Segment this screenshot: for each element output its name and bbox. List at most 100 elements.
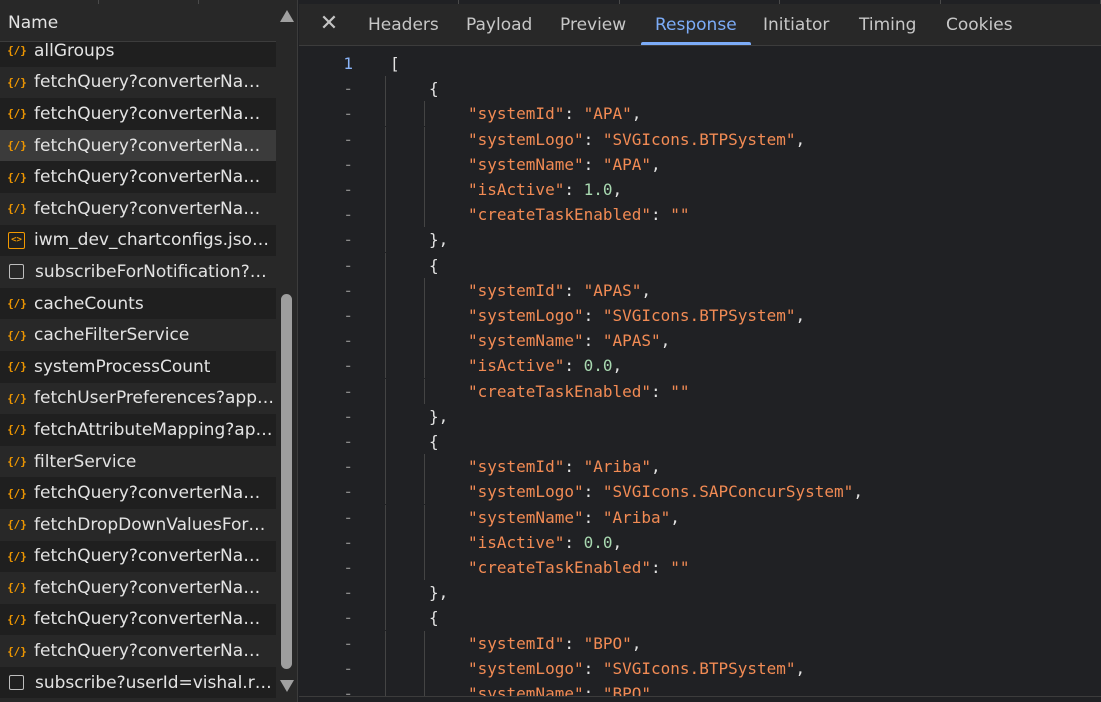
request-name: fetchQuery?converterName... [34,577,276,598]
json-value: 1.0 [583,180,613,199]
tab-timing[interactable]: Timing [859,4,916,45]
code-text: "createTaskEnabled": "" [468,202,690,227]
fold-marker[interactable]: - [299,479,353,504]
request-row[interactable]: <> iwm_dev_chartconfigs.json?... [0,224,276,257]
indent-guide [385,126,386,152]
indent-guide [424,202,425,228]
json-icon: {/} [7,328,27,342]
request-row[interactable]: {/} fetchQuery?converterName... [0,477,276,509]
json-punctuation: , [631,633,642,653]
code-text: "isActive": 0.0, [468,530,622,555]
fold-marker[interactable]: - [299,202,353,227]
json-punctuation: }, [429,583,449,603]
json-key: "createTaskEnabled" [468,558,652,577]
request-row[interactable]: {/} fetchQuery?converterName... [0,98,276,130]
code-text: { [429,429,439,454]
fold-marker[interactable]: - [299,177,353,202]
fold-marker[interactable]: - [299,379,353,404]
json-value: "Ariba" [602,507,671,527]
fold-marker[interactable]: - [299,505,353,530]
json-punctuation: [ [390,54,400,73]
scroll-up-arrow-icon[interactable] [280,10,294,22]
request-row[interactable]: {/} fetchQuery?converterName... [0,572,276,604]
json-punctuation: : [583,658,603,678]
code-line: - "systemName": "BPO", [299,681,1101,696]
fold-marker[interactable]: - [299,429,353,454]
code-line: - "systemLogo": "SVGIcons.BTPSystem", [299,655,1101,681]
json-icon: {/} [7,549,27,563]
json-punctuation: { [429,255,439,275]
json-punctuation: : [651,381,671,401]
code-line: - "systemName": "APA", [299,151,1101,177]
fold-marker[interactable]: - [299,555,353,580]
json-punctuation: , [651,684,661,696]
fold-marker[interactable]: - [299,303,353,328]
tab-headers[interactable]: Headers [368,4,439,45]
code-line: -{ [299,252,1101,278]
detail-tab-bar: ✕ Headers Payload Preview Response Initiator… [299,4,1101,46]
request-row[interactable]: {/} cacheFilterService [0,319,276,351]
request-row[interactable]: {/} fetchQuery?converterName... [0,129,276,162]
request-row[interactable]: {/} fetchQuery?converterName... [0,540,276,573]
request-row[interactable]: {/} fetchAttributeMapping?app... [0,414,276,446]
scrollbar-thumb[interactable] [281,294,292,669]
json-punctuation: }, [429,406,449,426]
fold-marker[interactable]: - [299,353,353,378]
checkbox-icon [9,675,24,691]
json-key: "systemName" [468,684,584,696]
horizontal-scrollbar[interactable] [299,696,1101,702]
code-text: "systemId": "APAS", [468,278,651,303]
request-row[interactable]: {/} systemProcessCount [0,350,276,383]
json-key: "isActive" [468,180,565,199]
json-icon: {/} [7,170,27,184]
fold-marker[interactable]: - [299,454,353,479]
code-line: - "systemId": "APA", [299,101,1101,127]
request-row[interactable]: {/} fetchQuery?converterName... [0,603,276,636]
request-row[interactable]: {/} fetchQuery?converterName... [0,193,276,225]
fold-marker[interactable]: - [299,76,353,101]
fold-marker[interactable]: - [299,101,353,126]
json-key: "createTaskEnabled" [468,205,652,225]
tab-preview[interactable]: Preview [560,4,626,45]
fold-marker[interactable]: - [299,656,353,681]
request-row[interactable]: {/} cacheCounts [0,287,276,320]
json-value: "BPO" [602,684,652,696]
json-punctuation: , [670,507,680,527]
request-row[interactable]: {/} fetchDropDownValuesForAt... [0,509,276,541]
fold-marker[interactable]: - [299,605,353,630]
request-row[interactable]: subscribeForNotification?us... [0,256,276,288]
json-punctuation: : [651,558,671,577]
request-row[interactable]: subscribe?userId=vishal.r@i... [0,666,276,699]
close-icon[interactable]: ✕ [317,12,341,36]
fold-marker[interactable]: - [299,227,353,252]
fold-marker[interactable]: - [299,631,353,656]
code-line: - "systemName": "Ariba", [299,504,1101,530]
json-punctuation: : [564,280,584,300]
fold-marker[interactable]: - [299,328,353,353]
tab-cookies[interactable]: Cookies [946,4,1013,45]
fold-marker[interactable]: - [299,152,353,177]
vertical-scrollbar[interactable] [277,6,297,696]
fold-marker[interactable]: - [299,404,353,429]
code-text: "isActive": 0.0, [468,353,622,378]
request-row[interactable]: {/} filterService [0,446,276,478]
indent-guide [385,328,386,354]
request-row[interactable]: {/} fetchUserPreferences?appli... [0,383,276,415]
fold-marker[interactable]: - [299,253,353,278]
tab-payload[interactable]: Payload [466,4,532,45]
request-row[interactable]: {/} fetchQuery?converterName... [0,161,276,193]
code-text: { [429,76,439,101]
fold-marker[interactable]: - [299,278,353,303]
name-column-header[interactable]: Name [0,6,276,42]
tab-initiator[interactable]: Initiator [763,4,829,45]
scroll-down-arrow-icon[interactable] [280,680,294,692]
fold-marker[interactable]: - [299,580,353,605]
indent-guide [424,101,425,127]
fold-marker[interactable]: - [299,681,353,696]
request-row[interactable]: {/} fetchQuery?converterName... [0,635,276,667]
request-row[interactable]: {/} fetchQuery?converterName... [0,67,276,99]
fold-marker[interactable]: - [299,530,353,555]
tab-response[interactable]: Response [641,4,751,45]
fold-marker[interactable]: - [299,127,353,152]
indent-guide [385,580,386,606]
